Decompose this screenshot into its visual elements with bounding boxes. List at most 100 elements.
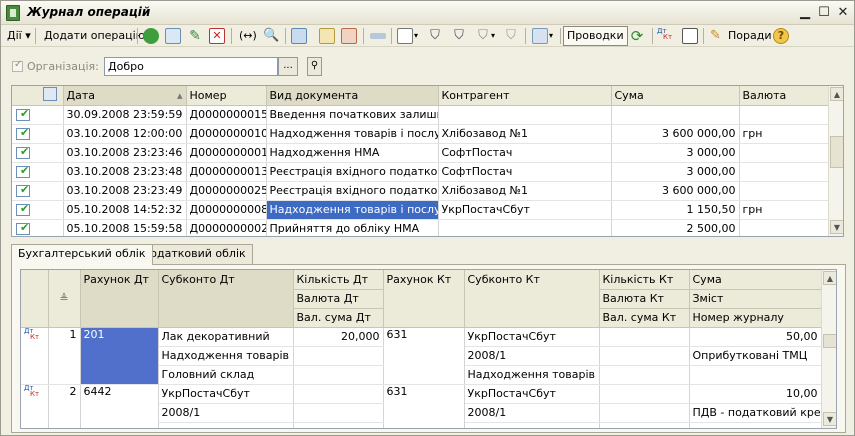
column-header-currency[interactable]: Валюта: [739, 86, 830, 106]
scroll-down-icon[interactable]: ▼: [823, 412, 836, 426]
currency-cell[interactable]: [739, 143, 830, 163]
maximize-icon[interactable]: ☐: [816, 5, 832, 21]
column-header-subconto-kt[interactable]: Субконто Кт: [464, 270, 600, 328]
copy-icon[interactable]: [165, 28, 181, 44]
qty-dt-cell[interactable]: [293, 384, 384, 404]
filter-history-icon[interactable]: ⛉: [475, 28, 491, 44]
edit-icon[interactable]: ✎: [187, 28, 203, 44]
journal-no-cell[interactable]: [689, 422, 822, 428]
counterparty-cell[interactable]: [438, 219, 612, 236]
based-on-icon[interactable]: [341, 28, 357, 44]
currency-cell[interactable]: [739, 105, 830, 125]
add-icon[interactable]: [143, 28, 159, 44]
counterparty-cell[interactable]: [438, 105, 612, 125]
number-cell[interactable]: Д0000000025: [186, 181, 267, 201]
journal-no-cell[interactable]: [689, 365, 822, 385]
scroll-thumb[interactable]: [823, 334, 836, 348]
row-status-cell[interactable]: [12, 162, 64, 182]
scroll-up-icon[interactable]: ▲: [823, 271, 836, 285]
hierarchy-icon[interactable]: [532, 28, 548, 44]
remove-filter-icon[interactable]: ⛉: [503, 28, 519, 44]
minimize-icon[interactable]: ▁: [797, 5, 813, 21]
organization-checkbox[interactable]: [12, 59, 23, 72]
subconto-dt-cell[interactable]: 2008/1: [158, 403, 294, 423]
row-status-cell[interactable]: [12, 105, 64, 125]
cur-sum-kt-cell[interactable]: [599, 365, 690, 385]
table-row[interactable]: 03.10.2008 12:00:00Д0000000010Надходженн…: [12, 124, 830, 144]
scroll-down-icon[interactable]: ▼: [830, 220, 843, 234]
table-row[interactable]: 30.09.2008 23:59:59Д0000000015Введення п…: [12, 105, 830, 125]
actions-menu[interactable]: Дії ▾: [7, 26, 31, 46]
number-cell[interactable]: Д0000000002: [186, 219, 267, 236]
doc-type-cell[interactable]: Надходження товарів і послуг: [266, 200, 439, 220]
add-operation-button[interactable]: Додати операцію: [44, 26, 145, 46]
posting-icon-cell[interactable]: Дт Кт: [21, 327, 49, 385]
column-header-subconto-dt[interactable]: Субконто Дт: [158, 270, 294, 328]
sum-cell[interactable]: [611, 105, 740, 125]
postings-scrollbar[interactable]: ▲ ▼: [821, 270, 836, 428]
subconto-dt-cell[interactable]: Головний склад: [158, 365, 294, 385]
account-dt-cell[interactable]: 201: [80, 327, 159, 385]
cur-sum-dt-cell[interactable]: [293, 365, 384, 385]
date-cell[interactable]: 03.10.2008 12:00:00: [63, 124, 187, 144]
sum-cell[interactable]: 3 000,00: [611, 162, 740, 182]
column-header-sum[interactable]: Сума: [611, 86, 740, 106]
currency-cell[interactable]: [739, 181, 830, 201]
table-row[interactable]: 03.10.2008 23:23:48Д0000000013Реєстрація…: [12, 162, 830, 182]
organization-input[interactable]: Добро: [104, 57, 278, 76]
qty-dt-cell[interactable]: 20,000: [293, 327, 384, 347]
sum-cell[interactable]: 10,00: [689, 384, 822, 404]
column-header-account-kt[interactable]: Рахунок Кт: [383, 270, 465, 328]
column-header-currency-dt[interactable]: Валюта Дт: [293, 289, 384, 309]
posting-icon-cell[interactable]: Дт Кт: [21, 384, 49, 428]
date-cell[interactable]: 05.10.2008 15:59:58: [63, 219, 187, 236]
column-header-number[interactable]: Номер: [186, 86, 267, 106]
sum-cell[interactable]: 2 500,00: [611, 219, 740, 236]
subconto-kt-cell[interactable]: УкрПостачСбут: [464, 384, 600, 404]
postings-sort-header[interactable]: ≜: [48, 270, 81, 328]
sum-cell[interactable]: 50,00: [689, 327, 822, 347]
posting-row[interactable]: Дт Кт 2 6442 УкрПостачСбут 631 УкрПостачСбут 10…: [21, 384, 822, 428]
structure-icon[interactable]: [682, 28, 698, 44]
cur-sum-dt-cell[interactable]: [293, 422, 384, 428]
help-icon[interactable]: ?: [773, 28, 789, 44]
currency-cell[interactable]: грн: [739, 124, 830, 144]
column-header-currency-kt[interactable]: Валюта Кт: [599, 289, 690, 309]
hierarchy-dropdown[interactable]: ▾: [549, 26, 553, 46]
account-dt-cell[interactable]: 6442: [80, 384, 159, 428]
row-number-cell[interactable]: 1: [48, 327, 81, 385]
column-header-sum[interactable]: Сума: [689, 270, 822, 290]
subconto-dt-cell[interactable]: Надходження товарів і ...: [158, 346, 294, 366]
organization-search-icon[interactable]: ⚲: [307, 57, 322, 76]
column-header-journal-no[interactable]: Номер журналу: [689, 308, 822, 328]
doc-type-cell[interactable]: Надходження товарів і послуг: [266, 124, 439, 144]
number-cell[interactable]: Д0000000001: [186, 143, 267, 163]
filter-by-value-icon[interactable]: ⛉: [451, 28, 467, 44]
cur-sum-kt-cell[interactable]: [599, 422, 690, 428]
table-row[interactable]: 05.10.2008 14:52:32Д0000000008Надходженн…: [12, 200, 830, 220]
column-header-counterparty[interactable]: Контрагент: [438, 86, 612, 106]
qty-kt-cell[interactable]: [599, 327, 690, 347]
table-row[interactable]: 03.10.2008 23:23:46Д0000000001Надходженн…: [12, 143, 830, 163]
scroll-thumb[interactable]: [830, 136, 843, 168]
postings-button[interactable]: Проводки: [563, 26, 628, 46]
number-cell[interactable]: Д0000000015: [186, 105, 267, 125]
row-number-cell[interactable]: 2: [48, 384, 81, 428]
currency-cell[interactable]: [739, 219, 830, 236]
enter-based-on-icon[interactable]: [319, 28, 335, 44]
date-cell[interactable]: 03.10.2008 23:23:46: [63, 143, 187, 163]
account-kt-cell[interactable]: 631: [383, 327, 465, 385]
range-icon[interactable]: [370, 33, 386, 39]
counterparty-cell[interactable]: СофтПостач: [438, 162, 612, 182]
counterparty-cell[interactable]: УкрПостачСбут: [438, 200, 612, 220]
number-cell[interactable]: Д0000000008: [186, 200, 267, 220]
dt-kt-report-icon[interactable]: Дт Кт: [657, 28, 673, 44]
row-status-cell[interactable]: [12, 124, 64, 144]
column-header-content[interactable]: Зміст: [689, 289, 822, 309]
sum-cell[interactable]: 3 600 000,00: [611, 124, 740, 144]
content-cell[interactable]: ПДВ - податковий кре...: [689, 403, 822, 423]
table-row[interactable]: 03.10.2008 23:23:49Д0000000025Реєстрація…: [12, 181, 830, 201]
subconto-kt-cell[interactable]: Надходження товарів і ...: [464, 365, 600, 385]
column-header-cur-sum-dt[interactable]: Вал. сума Дт: [293, 308, 384, 328]
delete-mark-icon[interactable]: ✕: [209, 28, 225, 44]
